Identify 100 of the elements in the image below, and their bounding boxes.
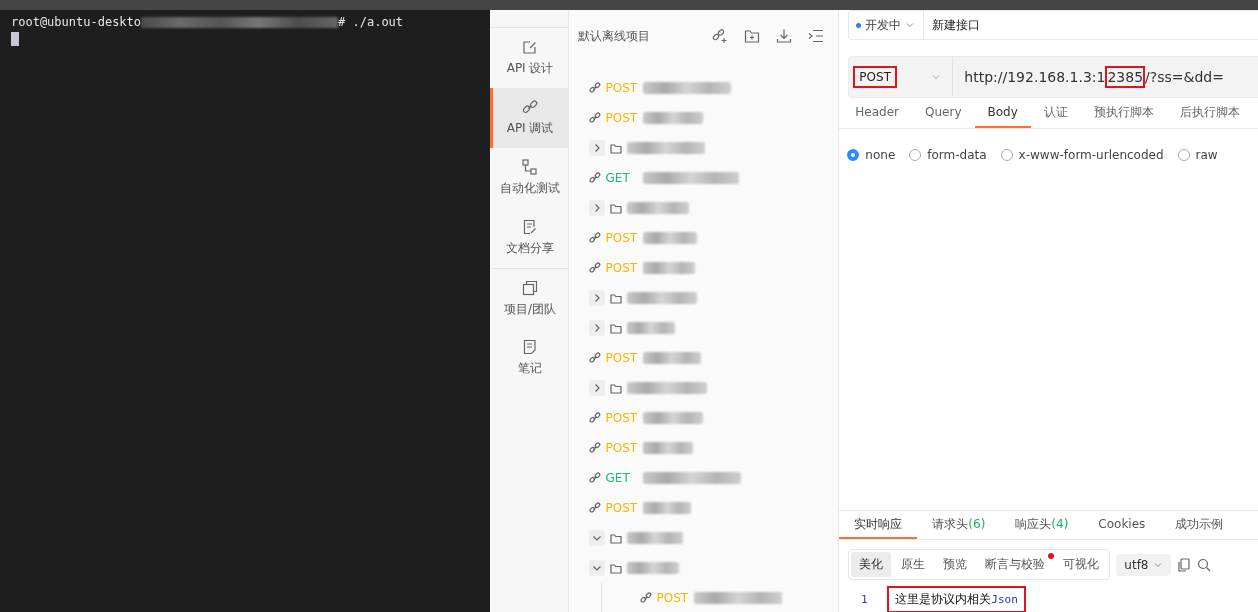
encoding-dropdown[interactable]: utf8 (1116, 553, 1171, 576)
method-label: POST (605, 411, 638, 425)
method-label: POST (605, 111, 638, 125)
nav-item[interactable]: 文档分享 (489, 208, 568, 268)
collapse-list-icon[interactable] (808, 28, 825, 44)
add-link-icon[interactable] (712, 28, 729, 44)
folder-icon (609, 532, 622, 544)
radio-option[interactable]: x-www-form-urlencoded (1000, 148, 1164, 162)
view-option[interactable]: 可视化 (1055, 552, 1108, 577)
nav-item[interactable]: API 调试 (489, 88, 568, 148)
chevron-down-icon (905, 20, 916, 30)
response-tab[interactable]: 请求头(6) (917, 511, 1001, 539)
blurred-text (642, 502, 691, 514)
url-field[interactable]: http://192.168.1.3:1 2385/?ss=&dd= (953, 68, 1225, 86)
folder-icon (609, 292, 622, 304)
folder-icon (609, 382, 622, 394)
tab[interactable]: Body (974, 98, 1031, 128)
code-line: 这里是协议内相关Json (889, 587, 1024, 611)
folder-icon (609, 202, 622, 214)
download-icon[interactable] (776, 28, 793, 44)
view-option[interactable]: 原生 (893, 552, 934, 577)
radio-option[interactable]: form-data (909, 148, 987, 162)
link-icon (588, 262, 601, 274)
folder-icon (609, 562, 622, 574)
search-icon[interactable] (1196, 557, 1211, 572)
nav-item[interactable]: 笔记 (489, 328, 568, 388)
chevron-right-icon[interactable] (588, 320, 605, 336)
method-label: POST (605, 501, 638, 515)
add-folder-icon[interactable] (744, 28, 761, 44)
link-icon (588, 172, 601, 184)
name-field[interactable]: 新建接口 (924, 16, 981, 34)
folder-icon (609, 142, 622, 154)
link-icon (588, 82, 601, 94)
document-icon (522, 219, 539, 235)
blurred-text (626, 562, 679, 574)
blurred-text (642, 442, 693, 454)
stack-icon (522, 279, 539, 296)
link-icon (588, 412, 601, 424)
blurred-text (626, 532, 683, 544)
folder-icon (609, 322, 622, 334)
chevron-right-icon[interactable] (588, 290, 605, 306)
terminal-prompt: root@ubuntu-deskto (11, 15, 142, 29)
blurred-text (626, 292, 697, 304)
chevron-right-icon[interactable] (588, 140, 605, 156)
tab[interactable]: 后执行脚本 (1166, 98, 1253, 128)
method-dropdown[interactable]: POST (849, 57, 954, 97)
method-label: GET (605, 171, 631, 185)
link-icon (588, 352, 601, 364)
response-tab[interactable]: Cookies (1083, 511, 1161, 539)
method-label: POST (605, 441, 638, 455)
blurred-text (642, 262, 695, 274)
link-icon (588, 502, 601, 514)
radio-option[interactable]: raw (1177, 148, 1218, 162)
response-tab[interactable]: 实时响应 (839, 511, 918, 539)
chevron-down-icon[interactable] (588, 560, 605, 576)
method-label: POST (656, 591, 689, 605)
chevron-down-icon (930, 72, 941, 82)
edit-icon (522, 39, 539, 55)
radio-icon[interactable] (847, 149, 860, 161)
nav-item[interactable]: API 设计 (489, 28, 568, 88)
chevron-right-icon[interactable] (588, 200, 605, 216)
copy-icon[interactable] (1176, 557, 1191, 572)
blurred-text (642, 412, 703, 424)
link-icon (588, 112, 601, 124)
method-label: POST (605, 231, 638, 245)
method-label: POST (605, 261, 638, 275)
blurred-text (642, 112, 703, 124)
link-icon (639, 592, 652, 604)
nav-item[interactable]: 自动化测试 (489, 148, 568, 208)
view-option[interactable]: 断言与校验 (977, 552, 1054, 577)
status-dropdown[interactable]: 开发中 (849, 11, 925, 39)
project-title: 默认离线项目 (577, 27, 651, 45)
response-tab[interactable]: 成功示例 (1160, 511, 1239, 539)
tab[interactable]: Query (912, 98, 975, 128)
flow-icon (522, 159, 539, 175)
chevron-down-icon[interactable] (588, 530, 605, 546)
blurred-text (642, 352, 701, 364)
tab[interactable]: Header (842, 98, 913, 128)
chevron-right-icon[interactable] (588, 380, 605, 396)
blurred-text (626, 202, 689, 214)
method-label: POST (855, 68, 895, 86)
tab[interactable]: 预执行脚本 (1080, 98, 1167, 128)
link-icon (588, 442, 601, 454)
terminal-command: # ./a.out (338, 15, 404, 29)
nav-item[interactable]: 项目/团队 (489, 268, 568, 328)
view-option[interactable]: 预览 (935, 552, 976, 577)
terminal-cursor (11, 32, 19, 46)
radio-option[interactable]: none (847, 148, 896, 162)
method-label: GET (605, 471, 631, 485)
blurred-text (626, 322, 675, 334)
response-tab[interactable]: 响应头(4) (1000, 511, 1084, 539)
view-option[interactable]: 美化 (851, 552, 892, 577)
link-icon (522, 99, 539, 115)
method-label: POST (605, 351, 638, 365)
method-label: POST (605, 81, 638, 95)
tab[interactable]: 认证 (1030, 98, 1081, 128)
link-icon (588, 472, 601, 484)
blurred-text (642, 232, 697, 244)
note-icon (522, 339, 539, 355)
line-number: 1 (860, 592, 869, 606)
